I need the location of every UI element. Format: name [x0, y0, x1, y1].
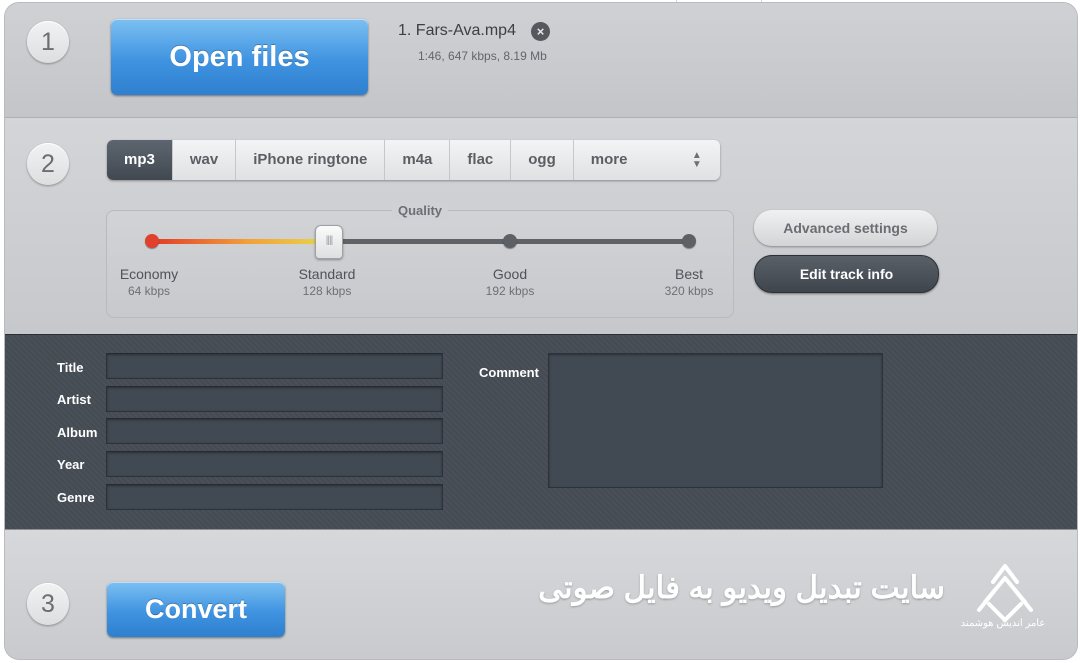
convert-button[interactable]: Convert: [107, 582, 285, 637]
step-open-section: 1 Open files 1. Fars-Ava.mp4 × 1:46, 647…: [5, 3, 1077, 118]
quality-stop-good: Good 192 kbps: [450, 266, 570, 298]
edit-track-info-button[interactable]: Edit track info: [754, 255, 939, 293]
album-label: Album: [57, 425, 98, 440]
format-tab-ogg[interactable]: ogg: [511, 140, 574, 180]
format-tab-iphone-ringtone[interactable]: iPhone ringtone: [236, 140, 386, 180]
artist-input[interactable]: [106, 386, 443, 412]
quality-stop-name: Best: [674, 266, 703, 282]
format-tab-more[interactable]: more ▲ ▼: [574, 140, 720, 180]
watermark-logo-text: عامر اندیش هوشمند: [960, 618, 1046, 629]
step-1-badge: 1: [27, 21, 69, 63]
quality-panel: Quality |||| Economy 64 kbps Standard 12…: [106, 203, 734, 318]
year-input[interactable]: [106, 451, 443, 477]
format-tab-mp3[interactable]: mp3: [107, 140, 173, 180]
quality-stop-best-dot[interactable]: [682, 234, 696, 248]
file-name: 1. Fars-Ava.mp4: [398, 22, 516, 39]
quality-stop-name: Economy: [119, 266, 179, 282]
format-tab-flac[interactable]: flac: [450, 140, 512, 180]
format-tabs: mp3 wav iPhone ringtone m4a flac ogg mor…: [107, 140, 720, 180]
step-format-section: 2 mp3 wav iPhone ringtone m4a flac ogg m…: [5, 118, 1077, 335]
quality-stop-name: Good: [492, 266, 528, 282]
quality-stop-economy-dot[interactable]: [145, 234, 159, 248]
format-tab-m4a[interactable]: m4a: [385, 140, 451, 180]
format-more-label: more: [590, 151, 628, 168]
step-convert-section: 3 Convert سایت تبدیل ویدیو به فایل صوتی …: [5, 530, 1077, 659]
quality-stop-bitrate: 64 kbps: [127, 284, 171, 298]
quality-label: Quality: [391, 203, 449, 218]
year-label: Year: [57, 457, 85, 472]
up-down-arrows-icon: ▲ ▼: [691, 150, 702, 170]
quality-stop-good-dot[interactable]: [503, 234, 517, 248]
quality-stop-name: Standard: [298, 266, 356, 282]
quality-stop-best: Best 320 kbps: [629, 266, 749, 298]
title-label: Title: [57, 360, 84, 375]
quality-stop-standard: Standard 128 kbps: [267, 266, 387, 298]
quality-slider-track[interactable]: ||||: [145, 225, 696, 259]
file-meta: 1:46, 647 kbps, 8.19 Mb: [418, 49, 547, 63]
quality-stop-bitrate: 192 kbps: [485, 284, 535, 298]
comment-label: Comment: [479, 365, 539, 380]
artist-label: Artist: [57, 392, 91, 407]
quality-stop-economy: Economy 64 kbps: [89, 266, 209, 298]
format-tab-wav[interactable]: wav: [173, 140, 237, 180]
quality-stop-bitrate: 320 kbps: [664, 284, 714, 298]
album-input[interactable]: [106, 418, 443, 444]
step-3-badge: 3: [27, 583, 69, 625]
track-info-panel: Title Artist Album Year Genre Comment: [5, 335, 1077, 530]
genre-input[interactable]: [106, 484, 443, 510]
title-input[interactable]: [106, 353, 443, 379]
comment-textarea[interactable]: [548, 353, 883, 488]
close-circle-icon[interactable]: ×: [531, 22, 550, 41]
advanced-settings-button[interactable]: Advanced settings: [754, 210, 937, 246]
quality-stop-bitrate: 128 kbps: [302, 284, 352, 298]
quality-slider-fill: [152, 239, 330, 244]
watermark-headline: سایت تبدیل ویدیو به فایل صوتی: [538, 570, 945, 605]
step-2-badge: 2: [27, 143, 69, 185]
converter-panel: 1 Open files 1. Fars-Ava.mp4 × 1:46, 647…: [5, 3, 1077, 659]
genre-label: Genre: [57, 490, 95, 505]
quality-slider-handle[interactable]: ||||: [315, 225, 343, 259]
open-files-button[interactable]: Open files: [111, 19, 368, 95]
